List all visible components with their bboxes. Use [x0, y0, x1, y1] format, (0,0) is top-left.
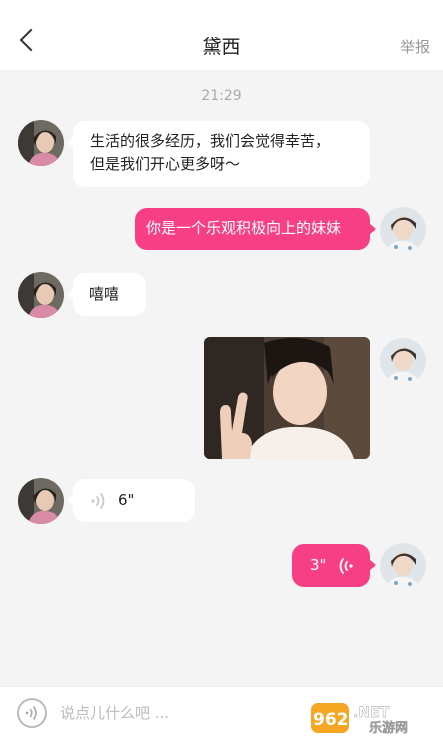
chat-title: 黛西 [202, 36, 241, 58]
message-bubble-outgoing[interactable]: 你是一个乐观积极向上的妹妹 [135, 208, 376, 250]
self-avatar[interactable] [380, 543, 426, 589]
message-text-line: 生活的很多经历，我们会觉得幸苦， [90, 132, 331, 150]
watermark-number: 962 [313, 710, 349, 730]
message-text-line: 但是我们开心更多呀～ [90, 155, 241, 173]
voice-wave-icon [25, 706, 37, 720]
voice-message-outgoing[interactable]: 3" [292, 544, 376, 587]
message-timestamp: 21:29 [201, 88, 242, 104]
self-avatar[interactable] [380, 338, 426, 384]
message-text: 你是一个乐观积极向上的妹妹 [146, 219, 342, 237]
chat-header: 黛西 举报 [0, 0, 443, 70]
site-watermark-logo: 962 .NET 乐游网 [309, 700, 439, 736]
voice-duration: 3" [310, 556, 327, 574]
message-image[interactable] [204, 337, 370, 459]
contact-avatar[interactable] [18, 272, 64, 318]
voice-wave-icon [91, 493, 105, 509]
voice-input-button[interactable] [17, 698, 47, 728]
self-avatar[interactable] [380, 207, 426, 253]
message-text: 嘻嘻 [89, 285, 120, 303]
contact-avatar[interactable] [18, 120, 64, 166]
voice-message-incoming[interactable]: 6" [67, 479, 195, 522]
contact-avatar[interactable] [18, 478, 64, 524]
message-bubble-incoming[interactable]: 嘻嘻 [67, 273, 146, 316]
watermark-suffix: .NET [353, 705, 390, 721]
voice-duration: 6" [118, 491, 135, 509]
report-button[interactable]: 举报 [400, 36, 430, 57]
message-input[interactable] [60, 701, 300, 725]
message-bubble-incoming[interactable]: 生活的很多经历，我们会觉得幸苦， 但是我们开心更多呀～ [67, 121, 370, 187]
voice-wave-icon [339, 558, 353, 574]
watermark-site: 乐游网 [369, 720, 408, 736]
